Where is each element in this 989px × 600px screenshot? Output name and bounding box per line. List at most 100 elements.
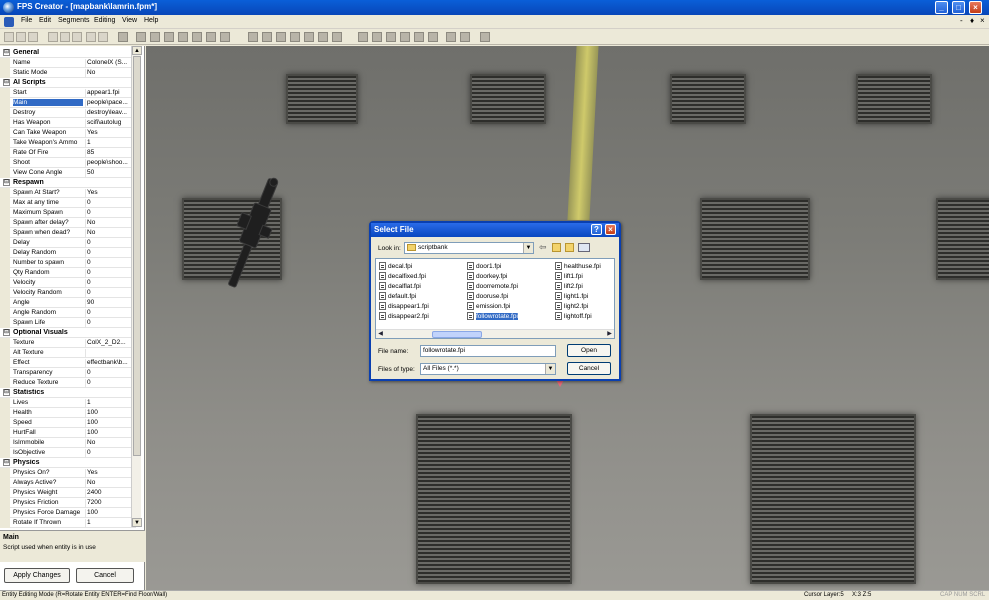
dialog-cancel-button[interactable]: Cancel: [567, 362, 611, 375]
look-in-combo[interactable]: scriptbank ▼: [404, 242, 534, 254]
property-value[interactable]: 0: [85, 249, 135, 258]
tool-18-icon[interactable]: [386, 32, 396, 42]
menu-help[interactable]: Help: [144, 17, 158, 24]
property-category[interactable]: ⊟ Physics: [0, 458, 136, 468]
cut-icon[interactable]: [48, 32, 58, 42]
file-item[interactable]: healthuse.fpi: [555, 262, 601, 271]
menu-file[interactable]: File: [21, 17, 32, 24]
file-item[interactable]: light1.fpi: [555, 292, 588, 301]
tool-17-icon[interactable]: [372, 32, 382, 42]
property-row[interactable]: Alt Texture: [0, 348, 136, 358]
file-item[interactable]: lift2.fpi: [555, 282, 583, 291]
document-icon[interactable]: [4, 17, 14, 27]
file-item[interactable]: door1.fpi: [467, 262, 501, 271]
property-row[interactable]: Static Mode No: [0, 68, 136, 78]
property-row[interactable]: Rate Of Fire 85: [0, 148, 136, 158]
file-item[interactable]: lift1.fpi: [555, 272, 583, 281]
property-value[interactable]: No: [85, 229, 135, 238]
tool-11-icon[interactable]: [276, 32, 286, 42]
file-item[interactable]: lightoff.fpi: [555, 312, 592, 321]
scroll-up-icon[interactable]: ▲: [132, 46, 142, 55]
property-value[interactable]: 0: [85, 259, 135, 268]
collapse-icon[interactable]: ⊟: [3, 389, 10, 396]
property-row[interactable]: Physics On? Yes: [0, 468, 136, 478]
property-row[interactable]: IsObjective 0: [0, 448, 136, 458]
weapon-entity[interactable]: [222, 174, 282, 298]
open-icon[interactable]: [16, 32, 26, 42]
property-row[interactable]: Can Take Weapon Yes: [0, 128, 136, 138]
collapse-icon[interactable]: ⊟: [3, 459, 10, 466]
menu-edit[interactable]: Edit: [39, 17, 51, 24]
property-row[interactable]: Destroy destroy\leav...: [0, 108, 136, 118]
property-row[interactable]: Always Active? No: [0, 478, 136, 488]
scroll-thumb[interactable]: [133, 56, 141, 456]
property-value[interactable]: 1: [85, 139, 135, 148]
property-value[interactable]: effectbank\b...: [85, 359, 135, 368]
panel-cancel-button[interactable]: Cancel: [76, 568, 134, 583]
property-row[interactable]: Spawn Life 0: [0, 318, 136, 328]
chevron-down-icon[interactable]: ▼: [523, 243, 533, 253]
scroll-left-icon[interactable]: ◀: [376, 330, 385, 339]
property-row[interactable]: Max at any time 0: [0, 198, 136, 208]
property-row[interactable]: Velocity Random 0: [0, 288, 136, 298]
tool-10-icon[interactable]: [262, 32, 272, 42]
property-value[interactable]: 0: [85, 269, 135, 278]
property-value[interactable]: Yes: [85, 469, 135, 478]
property-value[interactable]: people\shoo...: [85, 159, 135, 168]
file-item[interactable]: dooruse.fpi: [467, 292, 508, 301]
property-value[interactable]: 85: [85, 149, 135, 158]
property-row[interactable]: Transparency 0: [0, 368, 136, 378]
collapse-icon[interactable]: ⊟: [3, 329, 10, 336]
property-value[interactable]: 0: [85, 209, 135, 218]
copy-icon[interactable]: [60, 32, 70, 42]
property-row[interactable]: Start appear1.fpi: [0, 88, 136, 98]
property-value[interactable]: No: [85, 69, 135, 78]
file-item[interactable]: doorremote.fpi: [467, 282, 518, 291]
collapse-icon[interactable]: ⊟: [3, 79, 10, 86]
property-category[interactable]: ⊟ Statistics: [0, 388, 136, 398]
property-row[interactable]: Shoot people\shoo...: [0, 158, 136, 168]
property-row[interactable]: Physics Weight 2400: [0, 488, 136, 498]
file-item[interactable]: decalfixed.fpi: [379, 272, 426, 281]
tool-16-icon[interactable]: [358, 32, 368, 42]
property-value[interactable]: No: [85, 219, 135, 228]
property-row[interactable]: Qty Random 0: [0, 268, 136, 278]
file-item[interactable]: decalflat.fpi: [379, 282, 421, 291]
tool-20-icon[interactable]: [414, 32, 424, 42]
property-category[interactable]: ⊟ Respawn: [0, 178, 136, 188]
property-value[interactable]: Yes: [85, 129, 135, 138]
property-value[interactable]: appear1.fpi: [85, 89, 135, 98]
property-value[interactable]: 2400: [85, 489, 135, 498]
property-row[interactable]: Spawn after delay? No: [0, 218, 136, 228]
tool-19-icon[interactable]: [400, 32, 410, 42]
property-value[interactable]: scifi\autolug: [85, 119, 135, 128]
property-row[interactable]: Health 100: [0, 408, 136, 418]
menu-view[interactable]: View: [122, 17, 137, 24]
scroll-down-icon[interactable]: ▼: [132, 518, 142, 527]
property-row[interactable]: Spawn At Start? Yes: [0, 188, 136, 198]
property-value[interactable]: 1: [85, 399, 135, 408]
property-row[interactable]: Reduce Texture 0: [0, 378, 136, 388]
file-item[interactable]: default.fpi: [379, 292, 416, 301]
undo-icon[interactable]: [86, 32, 96, 42]
collapse-icon[interactable]: ⊟: [3, 49, 10, 56]
save-icon[interactable]: [28, 32, 38, 42]
view-menu-icon[interactable]: [578, 243, 590, 252]
property-value[interactable]: 0: [85, 379, 135, 388]
tool-5-icon[interactable]: [178, 32, 188, 42]
property-value[interactable]: 90: [85, 299, 135, 308]
tool-15-icon[interactable]: [332, 32, 342, 42]
file-item[interactable]: doorkey.fpi: [467, 272, 507, 281]
property-value[interactable]: 0: [85, 279, 135, 288]
tool-24-icon[interactable]: [480, 32, 490, 42]
menu-segments[interactable]: Segments: [58, 17, 90, 24]
property-value[interactable]: 100: [85, 419, 135, 428]
mdi-restore-button[interactable]: ♦: [970, 16, 974, 25]
property-row[interactable]: Angle 90: [0, 298, 136, 308]
tool-3-icon[interactable]: [150, 32, 160, 42]
property-row[interactable]: Texture ColX_2_D2...: [0, 338, 136, 348]
tool-2-icon[interactable]: [136, 32, 146, 42]
new-icon[interactable]: [4, 32, 14, 42]
property-value[interactable]: 0: [85, 449, 135, 458]
file-type-select[interactable]: All Files (*.*) ▼: [420, 363, 556, 375]
